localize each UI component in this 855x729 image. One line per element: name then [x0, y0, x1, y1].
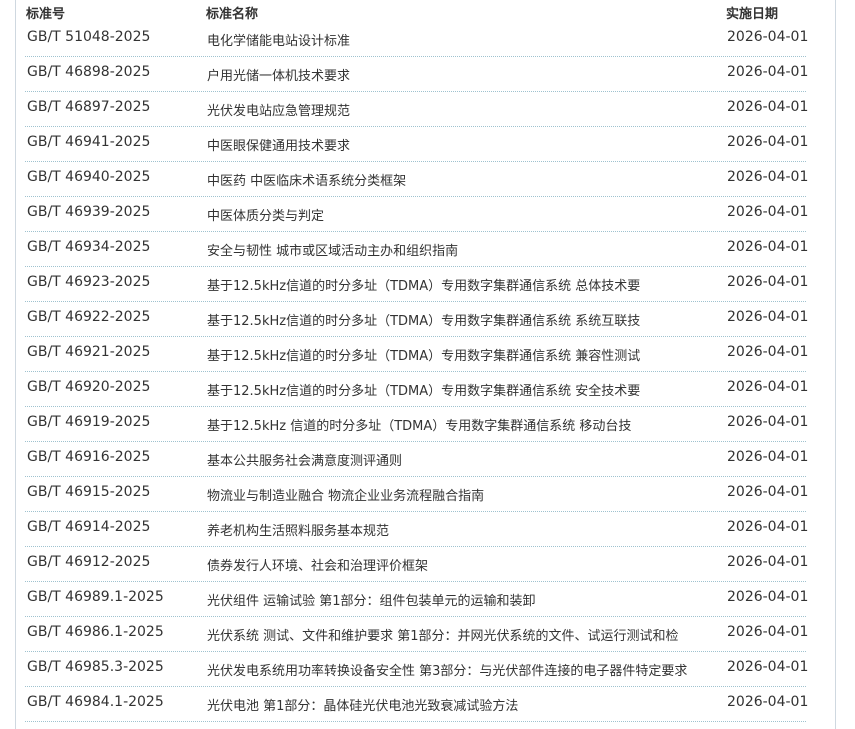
standard-code-link[interactable]: GB/T 46897-2025: [27, 99, 150, 115]
table-row[interactable]: GB/T 46984.1-2025 光伏电池 第1部分：晶体硅光伏电池光致衰减试验…: [0, 687, 855, 722]
standard-name-link[interactable]: 基于12.5kHz信道的时分多址（TDMA）专用数字集群通信系统 兼容性测试: [207, 345, 723, 364]
implementation-date: 2026-04-01: [727, 274, 809, 290]
standard-name-link[interactable]: 物流业与制造业融合 物流企业业务流程融合指南: [207, 485, 723, 504]
implementation-date: 2026-04-01: [727, 64, 809, 80]
implementation-date: 2026-04-01: [727, 554, 809, 570]
standard-name-link[interactable]: 光伏系统 测试、文件和维护要求 第1部分：并网光伏系统的文件、试运行测试和检: [207, 625, 723, 644]
table-row[interactable]: GB/T 46912-2025 债券发行人环境、社会和治理评价框架 2026-04-…: [0, 547, 855, 582]
table-row[interactable]: GB/T 46916-2025 基本公共服务社会满意度测评通则 2026-04-01: [0, 442, 855, 477]
standard-code-link[interactable]: GB/T 46916-2025: [27, 449, 150, 465]
standard-name-link[interactable]: 电化学储能电站设计标准: [207, 30, 723, 49]
table-row[interactable]: GB/T 46940-2025 中医药 中医临床术语系统分类框架 2026-04-0…: [0, 162, 855, 197]
standard-code-link[interactable]: GB/T 46912-2025: [27, 554, 150, 570]
table-row[interactable]: GB/T 46986.1-2025 光伏系统 测试、文件和维护要求 第1部分：并网…: [0, 617, 855, 652]
standard-code-link[interactable]: GB/T 46940-2025: [27, 169, 150, 185]
standard-code-link[interactable]: GB/T 46921-2025: [27, 344, 150, 360]
standard-code-link[interactable]: GB/T 46914-2025: [27, 519, 150, 535]
standard-code-link[interactable]: GB/T 46922-2025: [27, 309, 150, 325]
standard-name-link[interactable]: 基于12.5kHz 信道的时分多址（TDMA）专用数字集群通信系统 移动台技: [207, 415, 723, 434]
table-row[interactable]: GB/T 46897-2025 光伏发电站应急管理规范 2026-04-01: [0, 92, 855, 127]
standard-code-link[interactable]: GB/T 46985.3-2025: [27, 659, 164, 675]
standard-code-link[interactable]: GB/T 46939-2025: [27, 204, 150, 220]
standard-code-link[interactable]: GB/T 46941-2025: [27, 134, 150, 150]
implementation-date: 2026-04-01: [727, 344, 809, 360]
implementation-date: 2026-04-01: [727, 414, 809, 430]
table-row[interactable]: GB/T 46921-2025 基于12.5kHz信道的时分多址（TDMA）专用数…: [0, 337, 855, 372]
table-row[interactable]: GB/T 46914-2025 养老机构生活照料服务基本规范 2026-04-01: [0, 512, 855, 547]
table-row[interactable]: GB/T 46898-2025 户用光储一体机技术要求 2026-04-01: [0, 57, 855, 92]
implementation-date: 2026-04-01: [727, 624, 809, 640]
table-row[interactable]: GB/T 46923-2025 基于12.5kHz信道的时分多址（TDMA）专用数…: [0, 267, 855, 302]
implementation-date: 2026-04-01: [727, 659, 809, 675]
standard-name-link[interactable]: 户用光储一体机技术要求: [207, 65, 723, 84]
standard-name-link[interactable]: 养老机构生活照料服务基本规范: [207, 520, 723, 539]
standards-list: GB/T 51048-2025 电化学储能电站设计标准 2026-04-01 GB/T…: [0, 22, 855, 722]
table-row[interactable]: GB/T 46941-2025 中医眼保健通用技术要求 2026-04-01: [0, 127, 855, 162]
implementation-date: 2026-04-01: [727, 484, 809, 500]
standard-name-link[interactable]: 基本公共服务社会满意度测评通则: [207, 450, 723, 469]
implementation-date: 2026-04-01: [727, 694, 809, 710]
implementation-date: 2026-04-01: [727, 239, 809, 255]
standard-code-link[interactable]: GB/T 46919-2025: [27, 414, 150, 430]
implementation-date: 2026-04-01: [727, 134, 809, 150]
standard-code-link[interactable]: GB/T 51048-2025: [27, 29, 150, 45]
standard-name-link[interactable]: 光伏组件 运输试验 第1部分：组件包装单元的运输和装卸: [207, 590, 723, 609]
standard-name-link[interactable]: 基于12.5kHz信道的时分多址（TDMA）专用数字集群通信系统 总体技术要: [207, 275, 723, 294]
standard-code-link[interactable]: GB/T 46984.1-2025: [27, 694, 164, 710]
table-row[interactable]: GB/T 46915-2025 物流业与制造业融合 物流企业业务流程融合指南 202…: [0, 477, 855, 512]
standard-name-link[interactable]: 中医眼保健通用技术要求: [207, 135, 723, 154]
standard-name-link[interactable]: 中医体质分类与判定: [207, 205, 723, 224]
column-header-code: 标准号: [26, 7, 66, 22]
standard-name-link[interactable]: 基于12.5kHz信道的时分多址（TDMA）专用数字集群通信系统 系统互联技: [207, 310, 723, 329]
table-row[interactable]: GB/T 51048-2025 电化学储能电站设计标准 2026-04-01: [0, 22, 855, 57]
standard-name-link[interactable]: 光伏发电系统用功率转换设备安全性 第3部分：与光伏部件连接的电子器件特定要求: [207, 660, 723, 679]
column-header-date: 实施日期: [726, 7, 779, 22]
table-row[interactable]: GB/T 46985.3-2025 光伏发电系统用功率转换设备安全性 第3部分：与…: [0, 652, 855, 687]
implementation-date: 2026-04-01: [727, 379, 809, 395]
standard-code-link[interactable]: GB/T 46989.1-2025: [27, 589, 164, 605]
standard-code-link[interactable]: GB/T 46923-2025: [27, 274, 150, 290]
implementation-date: 2026-04-01: [727, 309, 809, 325]
standard-name-link[interactable]: 光伏电池 第1部分：晶体硅光伏电池光致衰减试验方法: [207, 695, 723, 714]
implementation-date: 2026-04-01: [727, 169, 809, 185]
implementation-date: 2026-04-01: [727, 204, 809, 220]
table-row[interactable]: GB/T 46920-2025 基于12.5kHz信道的时分多址（TDMA）专用数…: [0, 372, 855, 407]
standard-name-link[interactable]: 安全与韧性 城市或区域活动主办和组织指南: [207, 240, 723, 259]
standard-name-link[interactable]: 基于12.5kHz信道的时分多址（TDMA）专用数字集群通信系统 安全技术要: [207, 380, 723, 399]
standard-name-link[interactable]: 债券发行人环境、社会和治理评价框架: [207, 555, 723, 574]
implementation-date: 2026-04-01: [727, 589, 809, 605]
standard-code-link[interactable]: GB/T 46934-2025: [27, 239, 150, 255]
implementation-date: 2026-04-01: [727, 99, 809, 115]
table-row[interactable]: GB/T 46922-2025 基于12.5kHz信道的时分多址（TDMA）专用数…: [0, 302, 855, 337]
implementation-date: 2026-04-01: [727, 29, 809, 45]
standard-code-link[interactable]: GB/T 46915-2025: [27, 484, 150, 500]
standard-name-link[interactable]: 中医药 中医临床术语系统分类框架: [207, 170, 723, 189]
implementation-date: 2026-04-01: [727, 519, 809, 535]
table-row[interactable]: GB/T 46919-2025 基于12.5kHz 信道的时分多址（TDMA）专用…: [0, 407, 855, 442]
table-header: 标准号 标准名称 实施日期: [0, 0, 855, 22]
standard-code-link[interactable]: GB/T 46920-2025: [27, 379, 150, 395]
standard-code-link[interactable]: GB/T 46898-2025: [27, 64, 150, 80]
column-header-name: 标准名称: [206, 7, 259, 22]
implementation-date: 2026-04-01: [727, 449, 809, 465]
table-row[interactable]: GB/T 46939-2025 中医体质分类与判定 2026-04-01: [0, 197, 855, 232]
table-row[interactable]: GB/T 46934-2025 安全与韧性 城市或区域活动主办和组织指南 2026-…: [0, 232, 855, 267]
standard-code-link[interactable]: GB/T 46986.1-2025: [27, 624, 164, 640]
standard-name-link[interactable]: 光伏发电站应急管理规范: [207, 100, 723, 119]
table-row[interactable]: GB/T 46989.1-2025 光伏组件 运输试验 第1部分：组件包装单元的运…: [0, 582, 855, 617]
